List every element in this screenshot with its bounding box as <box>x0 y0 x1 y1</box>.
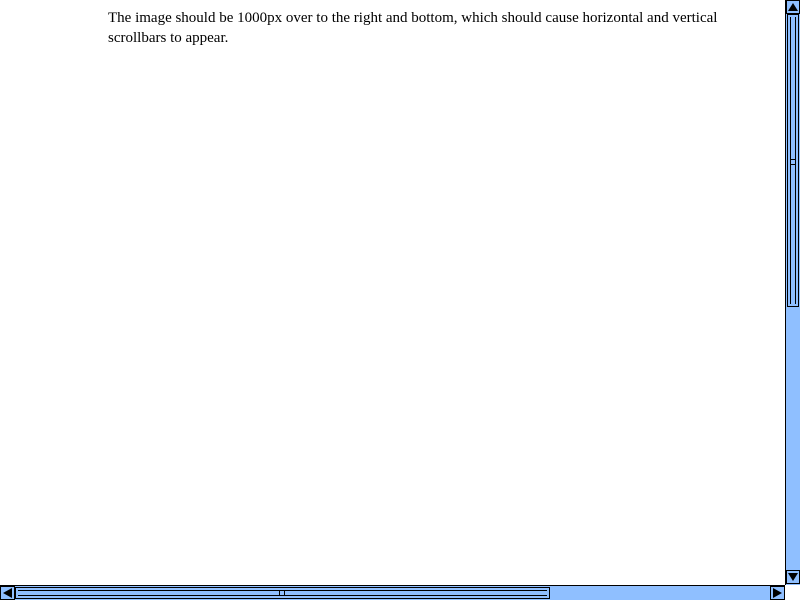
vertical-thumb-grip <box>790 159 796 165</box>
scroll-left-button[interactable] <box>0 586 15 600</box>
scroll-up-button[interactable] <box>786 0 800 14</box>
vertical-scroll-thumb[interactable] <box>787 14 799 307</box>
page-text: The image should be 1000px over to the r… <box>108 10 718 46</box>
triangle-left-icon <box>3 588 12 598</box>
horizontal-scroll-thumb[interactable] <box>15 587 550 599</box>
vertical-scrollbar[interactable] <box>785 0 800 585</box>
triangle-down-icon <box>788 573 798 581</box>
triangle-up-icon <box>788 3 798 11</box>
page-viewport: The image should be 1000px over to the r… <box>0 0 785 585</box>
scroll-down-button[interactable] <box>786 570 800 584</box>
horizontal-thumb-grip <box>279 590 285 596</box>
scroll-right-button[interactable] <box>770 586 785 600</box>
scrollbar-corner <box>785 585 800 600</box>
horizontal-scrollbar[interactable] <box>0 585 785 600</box>
triangle-right-icon <box>773 588 782 598</box>
